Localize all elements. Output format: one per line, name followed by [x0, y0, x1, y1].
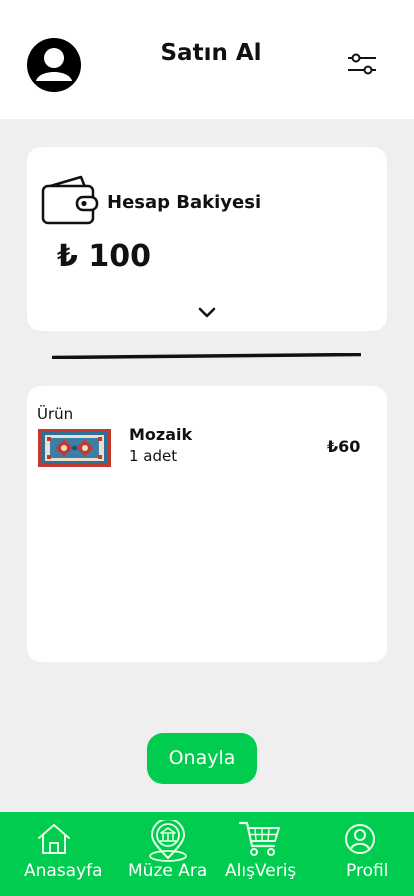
mosaic-carpet-thumbnail	[38, 429, 111, 467]
cart-card: Ürün Mozaik 1 adet ₺60	[27, 386, 387, 662]
product-quantity: 1 adet	[129, 447, 178, 465]
product-column-label: Ürün	[37, 405, 74, 423]
sliders-icon	[348, 53, 376, 75]
product-price: ₺60	[327, 437, 361, 456]
nav-label-shopping: AlışVeriş	[225, 861, 297, 881]
nav-item-home[interactable]: Anasayfa	[20, 812, 110, 896]
nav-label-home: Anasayfa	[24, 861, 103, 881]
divider	[52, 353, 361, 359]
header: Satın Al	[0, 0, 414, 119]
chevron-down-icon	[198, 307, 216, 318]
expand-balance-button[interactable]	[197, 304, 217, 318]
product-name: Mozaik	[129, 425, 193, 444]
home-icon	[38, 824, 70, 854]
nav-item-shopping[interactable]: AlışVeriş	[222, 812, 302, 896]
nav-item-museum-search[interactable]: Müze Ara	[126, 812, 210, 896]
balance-card: Hesap Bakiyesi ₺ 100	[27, 147, 387, 331]
nav-item-profile[interactable]: Profil	[336, 812, 396, 896]
wallet-icon	[41, 175, 99, 225]
profile-icon	[345, 824, 375, 854]
bottom-nav: Anasayfa Müze Ara AlışVeriş Profil	[0, 812, 414, 896]
confirm-button[interactable]: Onayla	[147, 733, 257, 784]
filter-button[interactable]	[346, 50, 378, 78]
nav-label-profile: Profil	[346, 861, 389, 881]
nav-label-museum-search: Müze Ara	[128, 861, 208, 881]
balance-label: Hesap Bakiyesi	[107, 192, 262, 213]
museum-location-icon	[149, 820, 187, 862]
shopping-cart-icon	[238, 821, 280, 856]
balance-amount: ₺ 100	[57, 239, 151, 274]
